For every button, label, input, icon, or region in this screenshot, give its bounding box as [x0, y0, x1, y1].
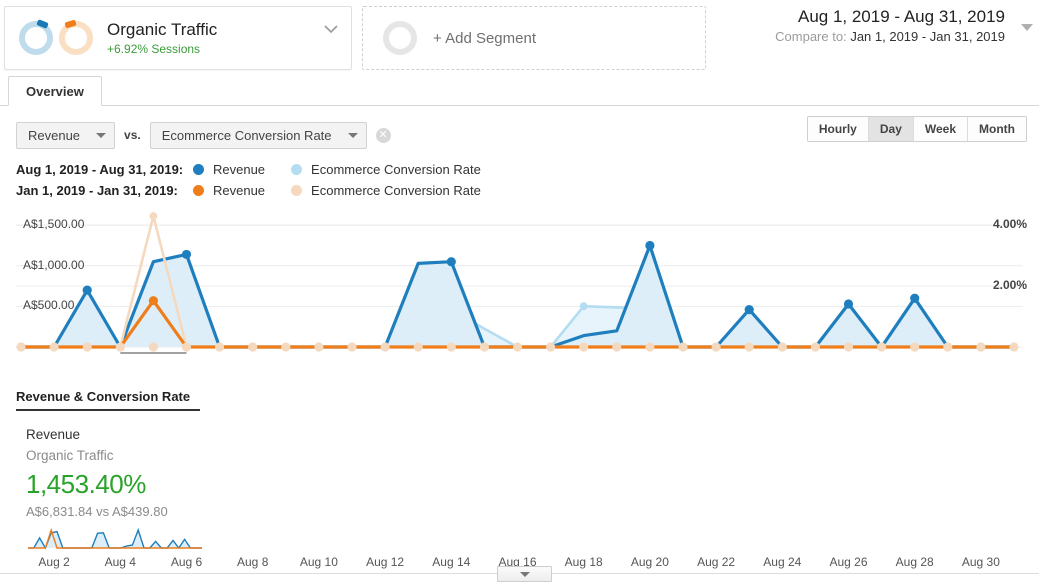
segment-text: Organic Traffic +6.92% Sessions	[107, 20, 217, 57]
x-axis-tick: Aug 8	[237, 555, 269, 569]
x-axis-tick: Aug 2	[38, 555, 70, 569]
legend-range-current: Aug 1, 2019 - Aug 31, 2019:	[16, 162, 184, 177]
caret-down-icon	[96, 132, 107, 138]
chevron-down-icon[interactable]	[323, 21, 339, 37]
date-range-primary: Aug 1, 2019 - Aug 31, 2019	[797, 7, 1005, 26]
legend-label-revenue-compare: Revenue	[213, 183, 266, 198]
granularity-month[interactable]: Month	[968, 117, 1026, 141]
x-axis-tick: Aug 24	[763, 555, 802, 569]
kpi-segment-name: Organic Traffic	[26, 448, 114, 463]
donut-blue-icon	[19, 19, 53, 55]
granularity-hourly[interactable]: Hourly	[807, 117, 869, 141]
granularity-toggle-group: Hourly Day Week Month	[806, 116, 1027, 142]
granularity-day[interactable]: Day	[868, 117, 914, 141]
caret-down-icon	[347, 132, 358, 138]
top-bar: Organic Traffic +6.92% Sessions + Add Se…	[0, 0, 1039, 76]
segment-title: Organic Traffic	[107, 19, 218, 39]
x-axis-tick: Aug 20	[630, 555, 669, 569]
caret-down-icon[interactable]	[1021, 24, 1033, 31]
chevron-down-icon	[519, 572, 530, 577]
segment-donut-group	[19, 19, 93, 55]
legend-dot-revenue-compare	[193, 185, 204, 196]
legend-dot-ecr-compare	[291, 185, 303, 196]
kpi-comparison: A$6,831.84 vs A$439.80	[26, 504, 168, 519]
x-axis-tick: Aug 6	[170, 555, 203, 569]
secondary-metric-label: Ecommerce Conversion Rate	[161, 127, 332, 143]
secondary-metric-select[interactable]: Ecommerce Conversion Rate	[149, 121, 367, 149]
vs-label: vs.	[124, 128, 141, 142]
y-axis-right-tick: 2.00%	[992, 278, 1027, 293]
legend-label-ecr-current: Ecommerce Conversion Rate	[311, 162, 481, 177]
legend-label-revenue-current: Revenue	[213, 162, 266, 177]
add-segment-button[interactable]: + Add Segment	[362, 6, 706, 70]
date-range-compare-value: Jan 1, 2019 - Jan 31, 2019	[850, 29, 1005, 44]
chart-legend: Aug 1, 2019 - Aug 31, 2019: Revenue Ecom…	[0, 154, 1039, 201]
granularity-week[interactable]: Week	[913, 117, 969, 141]
kpi-metric-name: Revenue	[26, 427, 81, 442]
y-axis-left-tick: A$1,000.00	[23, 257, 85, 272]
x-axis-tick: Aug 22	[697, 555, 736, 569]
y-axis-left-tick: A$1,500.00	[23, 217, 85, 232]
date-range-picker[interactable]: Aug 1, 2019 - Aug 31, 2019 Compare to: J…	[749, 6, 1039, 46]
x-axis-tick: Aug 18	[564, 555, 603, 569]
legend-row-compare: Jan 1, 2019 - Jan 31, 2019: Revenue Ecom…	[16, 180, 1039, 201]
y-axis-left-tick: A$500.00	[23, 298, 75, 313]
legend-dot-ecr-current	[291, 164, 303, 175]
x-axis-tick: Aug 12	[366, 555, 405, 569]
y-axis-right-tick: 4.00%	[992, 217, 1027, 232]
primary-metric-label: Revenue	[28, 127, 81, 143]
segment-card-organic-traffic[interactable]: Organic Traffic +6.92% Sessions	[4, 6, 352, 70]
report-section: Revenue & Conversion Rate Revenue Organi…	[0, 389, 1039, 555]
segment-subtitle: +6.92% Sessions	[107, 41, 201, 56]
donut-orange-icon	[59, 19, 93, 55]
x-axis-tick: Aug 4	[104, 555, 136, 569]
chart-canvas	[16, 212, 1023, 354]
legend-dot-revenue-current	[193, 164, 204, 175]
date-range-compare: Compare to: Jan 1, 2019 - Jan 31, 2019	[749, 28, 1005, 46]
chart-scroll-handle[interactable]	[497, 566, 552, 582]
legend-row-current: Aug 1, 2019 - Aug 31, 2019: Revenue Ecom…	[16, 159, 1039, 180]
date-range-compare-label: Compare to:	[775, 29, 847, 44]
x-axis-tick: Aug 26	[829, 555, 868, 569]
legend-label-ecr-compare: Ecommerce Conversion Rate	[311, 183, 481, 198]
main-chart[interactable]: A$500.00 A$1,000.00 A$1,500.00 2.00% 4.00% …	[0, 205, 1039, 582]
kpi-block: Revenue Organic Traffic 1,453.40% A$6,83…	[16, 411, 1039, 555]
clear-circle-icon[interactable]: ✕	[375, 127, 391, 143]
tab-strip: Overview	[0, 76, 1039, 106]
tab-overview[interactable]: Overview	[8, 76, 102, 106]
primary-metric-select[interactable]: Revenue	[16, 121, 116, 149]
x-axis-tick: Aug 14	[432, 555, 471, 569]
add-segment-label: + Add Segment	[433, 29, 536, 47]
kpi-delta-value: 1,453.40%	[26, 469, 146, 499]
metric-controls-row: Revenue vs. Ecommerce Conversion Rate ✕ …	[0, 106, 1039, 154]
x-axis-tick: Aug 30	[961, 555, 1000, 569]
legend-range-compare: Jan 1, 2019 - Jan 31, 2019:	[16, 183, 178, 198]
x-axis-tick: Aug 10	[299, 555, 338, 569]
x-axis-tick: Aug 28	[895, 555, 934, 569]
kpi-sparkline	[28, 527, 202, 550]
empty-circle-icon	[383, 21, 417, 55]
